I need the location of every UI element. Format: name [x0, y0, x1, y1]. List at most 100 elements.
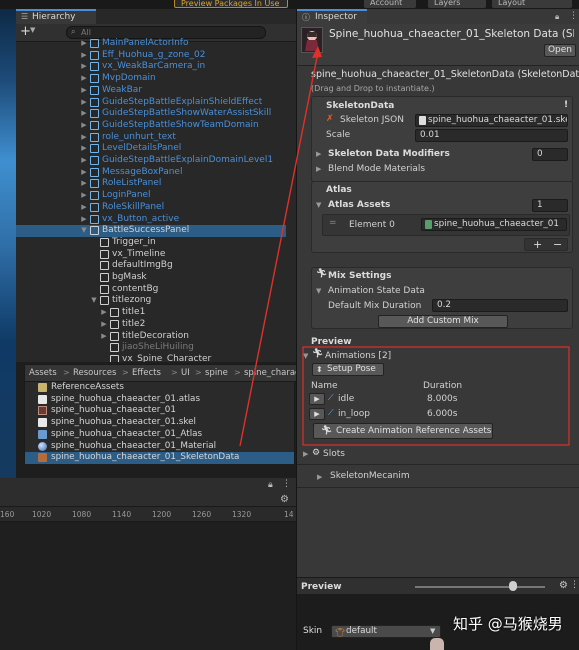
settings-icon[interactable]: ⚙	[559, 580, 568, 591]
chevron-down-icon[interactable]: ▼	[316, 201, 321, 209]
chevron-right-icon[interactable]: ▶	[80, 214, 88, 225]
chevron-down-icon[interactable]: ▼	[303, 352, 308, 360]
modifiers-count[interactable]: 0	[532, 148, 568, 161]
chevron-right-icon[interactable]: ▶	[80, 202, 88, 213]
chevron-right-icon[interactable]: ▶	[303, 450, 308, 458]
atlas-assets-count[interactable]: 1	[532, 199, 568, 212]
menu-icon[interactable]: ⋮	[570, 580, 579, 590]
lock-icon[interactable]: 🔒︎	[268, 480, 273, 490]
chevron-right-icon[interactable]: ▶	[80, 85, 88, 96]
hierarchy-row[interactable]: ▶ GuideStepBattleShowTeamDomain	[16, 120, 286, 132]
layout-dropdown[interactable]: Layout	[492, 0, 572, 8]
asset-item[interactable]: spine_huohua_chaeacter_01.skel	[25, 417, 294, 429]
chevron-right-icon[interactable]: ▶	[100, 331, 108, 342]
create-animation-reference-button[interactable]: 🏃︎ Create Animation Reference Assets	[313, 423, 493, 439]
default-mix-input[interactable]: 0.2	[432, 299, 568, 312]
tab-inspector[interactable]: ⓘ Inspector	[297, 9, 367, 24]
asset-item[interactable]: spine_huohua_chaeacter_01_Atlas	[25, 429, 294, 441]
preview-slider-track[interactable]	[415, 586, 545, 588]
preview-slider-handle[interactable]	[508, 581, 517, 591]
play-icon[interactable]: ▶	[309, 408, 325, 420]
chevron-right-icon[interactable]: ▶	[80, 108, 88, 119]
hierarchy-row[interactable]: ▶ GuideStepBattleExplainDomainLevel1	[16, 155, 286, 167]
scene-view[interactable]	[0, 9, 16, 484]
preview-packages-button[interactable]: Preview Packages In Use	[174, 0, 288, 8]
hierarchy-row[interactable]: vx_Timeline	[16, 249, 286, 261]
element-0-field[interactable]: spine_huohua_chaeacter_01	[421, 218, 567, 231]
account-dropdown[interactable]: Account	[364, 0, 416, 8]
tab-hierarchy[interactable]: ☰ Hierarchy	[16, 9, 96, 24]
slots-label[interactable]: Slots	[323, 449, 345, 459]
hierarchy-row[interactable]: ▶ RoleSkillPanel	[16, 202, 286, 214]
hierarchy-row[interactable]: defaultImgBg	[16, 260, 286, 272]
layers-dropdown[interactable]: Layers	[428, 0, 486, 8]
hierarchy-row[interactable]: ▶ MessageBoxPanel	[16, 167, 286, 179]
chevron-right-icon[interactable]: ▶	[80, 97, 88, 108]
setup-pose-button[interactable]: ⬍ Setup Pose	[312, 363, 384, 376]
chevron-right-icon[interactable]: ▶	[80, 38, 88, 49]
breadcrumb-item[interactable]: Resources	[73, 368, 116, 378]
hierarchy-row[interactable]: ▶ Eff_Huohua_g_zone_02	[16, 50, 286, 62]
remove-element-button[interactable]: −	[553, 238, 562, 251]
chevron-right-icon[interactable]: ▶	[316, 150, 321, 158]
hierarchy-row[interactable]: ▶ MainPanelActorInfo	[16, 38, 286, 50]
chevron-down-icon[interactable]: ▼	[90, 295, 98, 306]
breadcrumb-item[interactable]: spine	[205, 368, 228, 378]
hierarchy-row[interactable]: Trigger_in	[16, 237, 286, 249]
hierarchy-row[interactable]: ▶ title2	[16, 319, 286, 331]
hierarchy-row[interactable]: ▶ title1	[16, 307, 286, 319]
chevron-right-icon[interactable]: ▶	[80, 132, 88, 143]
hierarchy-row[interactable]: ▶ GuideStepBattleExplainShieldEffect	[16, 97, 286, 109]
play-icon[interactable]: ▶	[309, 393, 325, 405]
lock-icon[interactable]: 🔒︎	[555, 12, 559, 22]
breadcrumb-item[interactable]: UI	[181, 368, 190, 378]
asset-item[interactable]: ReferenceAssets	[25, 382, 294, 394]
hierarchy-row[interactable]: ▶ vx_WeakBarCamera_in	[16, 61, 286, 73]
skin-dropdown[interactable]: 👕︎ default ▼	[331, 625, 441, 638]
hierarchy-row[interactable]: ▶ titleDecoration	[16, 331, 286, 343]
chevron-right-icon[interactable]: ▶	[100, 319, 108, 330]
add-custom-mix-button[interactable]: Add Custom Mix	[378, 315, 508, 328]
timeline-ruler[interactable]: 160 1020 1080 1140 1200 1260 1320 14	[0, 507, 296, 522]
hierarchy-row[interactable]: ▶ role_unhurt_text	[16, 132, 286, 144]
hierarchy-row[interactable]: ▶ WeakBar	[16, 85, 286, 97]
open-button[interactable]: Open	[544, 44, 576, 57]
chevron-right-icon[interactable]: ▶	[100, 307, 108, 318]
chevron-right-icon[interactable]: ▶	[80, 120, 88, 131]
chevron-right-icon[interactable]: ▶	[80, 73, 88, 84]
menu-icon[interactable]: ⋮	[569, 11, 578, 21]
chevron-right-icon[interactable]: ▶	[80, 143, 88, 154]
breadcrumb-item[interactable]: Effects	[132, 368, 161, 378]
hierarchy-row[interactable]: jiaoSheLiHuiling	[16, 342, 286, 354]
blend-mode-materials-label[interactable]: Blend Mode Materials	[328, 164, 425, 174]
chevron-down-icon[interactable]: ▼	[30, 26, 35, 34]
gear-icon[interactable]: ⚙	[280, 494, 289, 505]
hierarchy-row[interactable]: ▶ LoginPanel	[16, 190, 286, 202]
chevron-down-icon[interactable]: ▼	[80, 225, 88, 236]
chevron-right-icon[interactable]: ▶	[80, 155, 88, 166]
chevron-right-icon[interactable]: ▶	[80, 167, 88, 178]
menu-icon[interactable]: ⋮	[282, 479, 291, 489]
hierarchy-row[interactable]: vx_Spine_Character	[16, 354, 286, 362]
add-element-button[interactable]: +	[533, 238, 542, 251]
hierarchy-row[interactable]: ▼ BattleSuccessPanel	[16, 225, 286, 237]
hierarchy-row[interactable]: ▶ vx_Button_active	[16, 214, 286, 226]
hierarchy-row[interactable]: ▶ MvpDomain	[16, 73, 286, 85]
chevron-right-icon[interactable]: ▶	[80, 50, 88, 61]
chevron-right-icon[interactable]: ▶	[317, 473, 322, 481]
chevron-right-icon[interactable]: ▶	[80, 61, 88, 72]
atlas-assets-label[interactable]: Atlas Assets	[328, 200, 390, 210]
asset-item[interactable]: spine_huohua_chaeacter_01_Material	[25, 441, 294, 453]
breadcrumb-item[interactable]: Assets	[29, 368, 57, 378]
asset-item[interactable]: spine_huohua_chaeacter_01.atlas	[25, 394, 294, 406]
hierarchy-row[interactable]: ▶ RoleListPanel	[16, 178, 286, 190]
scale-input[interactable]: 0.01	[415, 129, 568, 142]
skeleton-mecanim-label[interactable]: SkeletonMecanim	[330, 471, 410, 481]
chevron-right-icon[interactable]: ▶	[80, 190, 88, 201]
timeline-tracks[interactable]	[0, 522, 296, 650]
chevron-right-icon[interactable]: ▶	[80, 178, 88, 189]
animation-state-label[interactable]: Animation State Data	[328, 286, 425, 296]
skeleton-json-field[interactable]: spine_huohua_chaeacter_01.ske	[415, 114, 568, 127]
hierarchy-row[interactable]: contentBg	[16, 284, 286, 296]
drag-handle-icon[interactable]: =	[329, 218, 337, 228]
